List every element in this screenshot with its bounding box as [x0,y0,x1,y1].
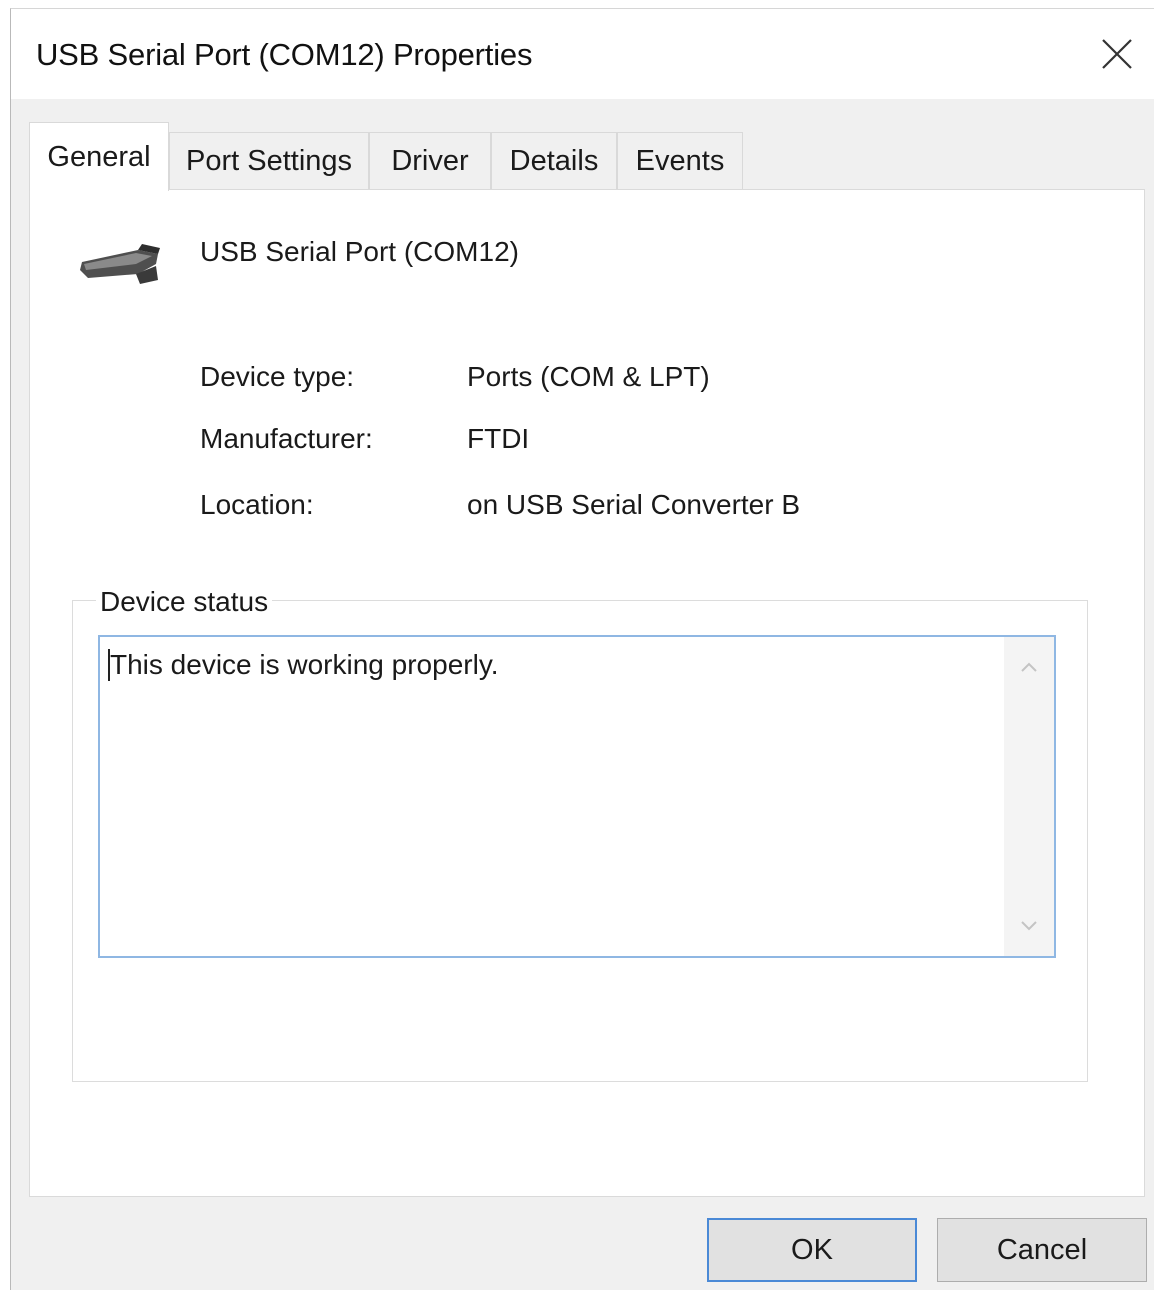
location-value: on USB Serial Converter B [467,489,801,520]
tab-strip: General Port Settings Driver Details Eve… [29,122,1149,191]
tab-port-settings[interactable]: Port Settings [169,132,369,190]
manufacturer-label: Manufacturer: [200,423,373,454]
cancel-button[interactable]: Cancel [937,1218,1147,1282]
cancel-button-label: Cancel [996,1233,1088,1266]
tab-label: Driver [391,145,469,177]
tab-events[interactable]: Events [617,132,743,190]
close-icon [1102,39,1132,69]
chevron-down-icon [1021,921,1037,931]
tab-details[interactable]: Details [491,132,617,190]
ok-button[interactable]: OK [707,1218,917,1282]
tab-label: Port Settings [185,145,353,177]
device-type-label: Device type: [200,361,355,392]
properties-dialog: USB Serial Port (COM12) Properties Gener… [10,8,1154,1290]
device-status-label: Device status [96,586,273,618]
scroll-down-button[interactable] [1004,906,1054,946]
title-bar: USB Serial Port (COM12) Properties [11,9,1154,99]
tab-label: General [47,140,151,173]
manufacturer-value: FTDI [467,423,530,454]
status-scrollbar[interactable] [1004,637,1054,956]
serial-port-icon [80,244,160,284]
device-name: USB Serial Port (COM12) [200,236,519,267]
general-tab-panel: USB Serial Port (COM12) Device type: Por… [29,189,1145,1197]
location-label: Location: [200,489,314,520]
tab-driver[interactable]: Driver [369,132,491,190]
close-button[interactable] [1090,27,1144,81]
tab-general[interactable]: General [29,122,169,191]
device-type-value: Ports (COM & LPT) [467,361,710,392]
tab-label: Events [635,145,725,177]
scroll-up-button[interactable] [1004,647,1054,687]
device-status-textbox[interactable]: This device is working properly. [98,635,1056,958]
window-title: USB Serial Port (COM12) Properties [36,37,533,72]
device-status-text: This device is working properly. [110,649,499,680]
chevron-up-icon [1021,662,1037,672]
tab-label: Details [509,145,599,177]
ok-button-label: OK [791,1233,833,1266]
